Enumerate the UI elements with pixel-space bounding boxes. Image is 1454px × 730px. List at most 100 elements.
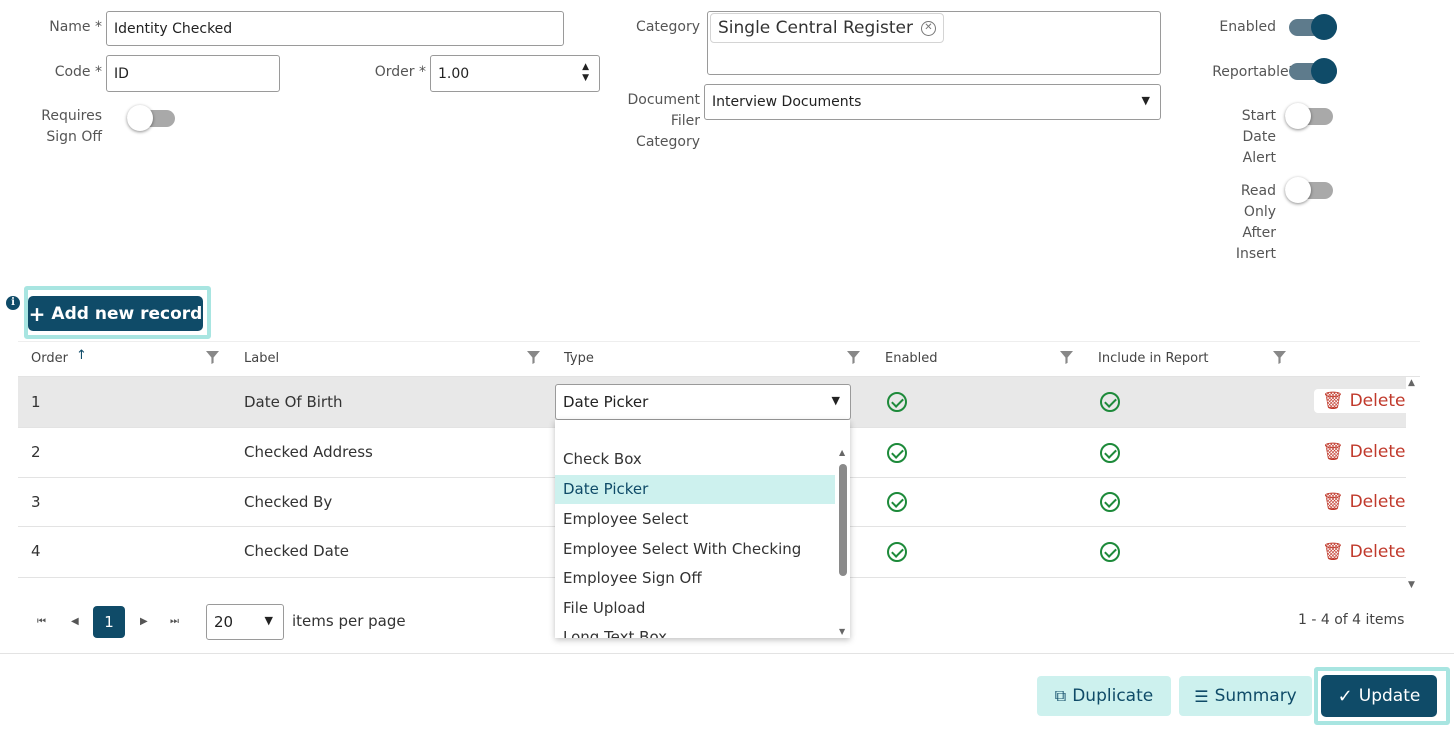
type-option[interactable]: Long Text Box: [555, 623, 835, 638]
column-header-enabled[interactable]: Enabled: [885, 351, 938, 366]
row-order: 1: [31, 393, 41, 411]
copy-icon: ⧉: [1054, 686, 1067, 705]
scroll-up-icon[interactable]: ▲: [839, 448, 845, 457]
scroll-thumb[interactable]: [839, 464, 847, 576]
duplicate-button[interactable]: ⧉ Duplicate: [1037, 676, 1171, 716]
category-label: Category: [636, 19, 700, 35]
start-date-alert-toggle[interactable]: [1285, 101, 1333, 129]
filter-icon[interactable]: [1273, 351, 1286, 364]
add-new-record-button[interactable]: + Add new record: [28, 296, 203, 331]
include-check-icon: [1100, 443, 1120, 463]
scroll-down-icon[interactable]: ▼: [839, 627, 845, 636]
column-header-type[interactable]: Type: [564, 351, 594, 366]
remove-chip-icon[interactable]: ✕: [920, 20, 936, 36]
pager-summary: 1 - 4 of 4 items: [1298, 612, 1405, 628]
doc-filer-label-line2: Filer: [670, 113, 700, 129]
include-check-icon: [1100, 392, 1120, 412]
type-option[interactable]: Employee Select: [555, 505, 835, 534]
divider: [0, 653, 1454, 654]
info-icon[interactable]: i: [6, 296, 20, 310]
doc-filer-label-line1: Document: [627, 92, 700, 108]
type-options-list: Check Box Date Picker Employee Select Em…: [555, 420, 850, 638]
row-order: 4: [31, 542, 41, 560]
next-page-icon[interactable]: ▶: [140, 616, 148, 627]
delete-button[interactable]: 🗑 Delete: [1314, 490, 1413, 514]
page-size-dropdown[interactable]: 20 ▼: [206, 604, 284, 640]
scroll-up-icon[interactable]: ▲: [1408, 378, 1415, 388]
delete-button[interactable]: 🗑 Delete: [1314, 389, 1414, 413]
code-input[interactable]: ID: [106, 55, 280, 92]
filter-icon[interactable]: [206, 351, 219, 364]
page-1-button[interactable]: 1: [93, 606, 125, 638]
reportable-toggle[interactable]: [1289, 56, 1337, 84]
prev-page-icon[interactable]: ◀: [71, 616, 79, 627]
type-option[interactable]: Employee Select With Checking: [555, 535, 835, 564]
first-page-icon[interactable]: ⏮: [37, 616, 46, 627]
row-label: Checked By: [244, 493, 333, 511]
update-button[interactable]: ✓ Update: [1321, 675, 1437, 717]
delete-button[interactable]: 🗑 Delete: [1314, 440, 1413, 464]
requires-signoff-label: Requires Sign Off: [20, 106, 102, 148]
list-scrollbar[interactable]: ▲ ▼: [837, 442, 849, 638]
toggle-knob: [1285, 103, 1311, 129]
requires-signoff-toggle[interactable]: [127, 103, 175, 131]
row-label: Date Of Birth: [244, 393, 343, 411]
read-only-after-insert-toggle[interactable]: [1285, 175, 1333, 203]
doc-filer-category-label: Document Filer Category: [610, 90, 700, 153]
type-option[interactable]: Check Box: [555, 445, 835, 474]
page-size-value: 20: [214, 613, 234, 631]
list-icon: ☰: [1194, 686, 1209, 706]
dropdown-arrow-icon: ▼: [831, 394, 840, 407]
doc-filer-category-value: Interview Documents: [712, 94, 862, 110]
scroll-down-icon[interactable]: ▼: [1408, 580, 1415, 590]
column-header-label[interactable]: Label: [244, 351, 279, 366]
row-order: 3: [31, 493, 41, 511]
reportable-label: Reportable?: [1212, 64, 1296, 80]
enabled-label: Enabled: [1219, 19, 1276, 35]
name-input[interactable]: Identity Checked: [106, 11, 564, 46]
category-chip-label: Single Central Register: [718, 18, 913, 38]
type-option[interactable]: Employee Sign Off: [555, 564, 835, 593]
delete-label: Delete: [1349, 492, 1406, 512]
read-only-line1: Read: [1240, 183, 1276, 199]
filter-icon[interactable]: [527, 351, 540, 364]
sort-ascending-icon[interactable]: ↑: [76, 348, 87, 363]
enabled-check-icon: [887, 492, 907, 512]
toggle-knob: [1311, 58, 1337, 84]
update-label: Update: [1358, 686, 1421, 706]
enabled-toggle[interactable]: [1289, 12, 1337, 40]
read-only-after-insert-label: Read Only After Insert: [1200, 181, 1276, 265]
type-dropdown[interactable]: Date Picker ▼: [555, 384, 851, 420]
order-label: Order *: [374, 64, 426, 80]
row-order: 2: [31, 443, 41, 461]
requires-signoff-label-line1: Requires: [41, 108, 102, 124]
type-dropdown-value: Date Picker: [563, 393, 649, 411]
items-per-page-label: items per page: [292, 612, 406, 630]
type-option-selected[interactable]: Date Picker: [555, 475, 835, 504]
summary-button[interactable]: ☰ Summary: [1179, 676, 1312, 716]
column-header-include-in-report[interactable]: Include in Report: [1098, 351, 1209, 366]
type-option[interactable]: File Upload: [555, 594, 835, 623]
start-date-alert-line3: Alert: [1242, 150, 1276, 166]
filter-icon[interactable]: [847, 351, 860, 364]
last-page-icon[interactable]: ⏭: [170, 616, 179, 627]
doc-filer-category-dropdown[interactable]: Interview Documents ▼: [704, 84, 1161, 120]
doc-filer-label-line3: Category: [636, 134, 700, 150]
delete-label: Delete: [1349, 542, 1406, 562]
start-date-alert-label: Start Date Alert: [1200, 106, 1276, 169]
spinner-arrows-icon[interactable]: ▲ ▼: [582, 62, 589, 84]
delete-button[interactable]: 🗑 Delete: [1314, 540, 1413, 564]
category-multiselect[interactable]: Single Central Register ✕: [707, 11, 1161, 75]
toggle-knob: [1285, 177, 1311, 203]
order-numeric-input[interactable]: 1.00 ▲ ▼: [430, 55, 600, 92]
grid-scrollbar[interactable]: ▲ ▼: [1406, 378, 1420, 590]
category-chip[interactable]: Single Central Register ✕: [710, 13, 944, 43]
read-only-line4: Insert: [1235, 246, 1276, 262]
filter-icon[interactable]: [1060, 351, 1073, 364]
read-only-line3: After: [1242, 225, 1276, 241]
trash-icon: 🗑: [1322, 492, 1344, 512]
start-date-alert-line1: Start: [1241, 108, 1276, 124]
code-label: Code *: [54, 64, 102, 80]
toggle-knob: [1311, 14, 1337, 40]
column-header-order[interactable]: Order: [31, 351, 68, 366]
